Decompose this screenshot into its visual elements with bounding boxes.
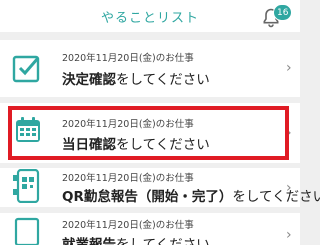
task-item-qr-attendance[interactable]: 2020年11月20日(金)のお仕事 QR勤怠報告（開始・完了）をしてください … <box>0 168 320 207</box>
report-icon <box>14 217 40 245</box>
chevron-right-icon: › <box>286 60 292 76</box>
task-date: 2020年11月20日(金)のお仕事 <box>62 173 194 184</box>
chevron-right-icon: › <box>286 227 292 243</box>
checkbox-icon <box>12 55 40 83</box>
page-title: やることリスト <box>100 11 199 26</box>
task-date: 2020年11月20日(金)のお仕事 <box>62 220 194 231</box>
chevron-right-icon: › <box>286 180 292 196</box>
task-title: QR勤怠報告（開始・完了）をしてください <box>62 189 320 205</box>
task-date: 2020年11月20日(金)のお仕事 <box>62 53 194 64</box>
task-item-decision-confirm[interactable]: 2020年11月20日(金)のお仕事 決定確認をしてください › <box>0 40 300 97</box>
notification-badge: 16 <box>273 4 293 21</box>
task-title: 決定確認をしてください <box>62 72 210 88</box>
app-header: やることリスト 16 <box>0 0 300 32</box>
notification-button[interactable]: 16 <box>262 4 293 30</box>
highlight-box <box>8 106 289 160</box>
task-title: 就業報告をしてください <box>62 237 210 245</box>
qr-phone-icon <box>13 169 40 203</box>
task-item-work-report[interactable]: 2020年11月20日(金)のお仕事 就業報告をしてください › <box>0 213 300 245</box>
